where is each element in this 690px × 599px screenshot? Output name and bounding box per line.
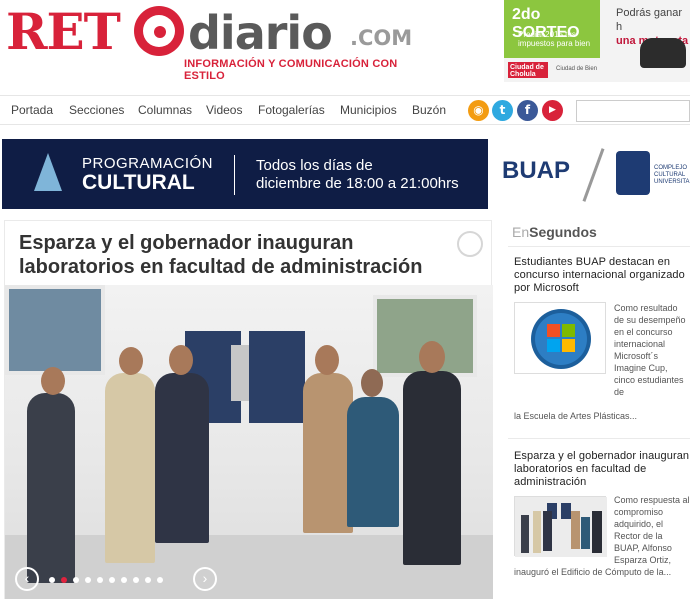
youtube-icon[interactable]: ▶: [542, 100, 563, 121]
article-photo-slider[interactable]: ‹ ›: [5, 285, 493, 599]
site-logo[interactable]: RET diario .COM INFORMACIÓN Y COMUNICACI…: [6, 2, 426, 82]
news-item-title[interactable]: Estudiantes BUAP destacan en concurso in…: [514, 256, 690, 295]
sidebar-header-light: En: [512, 224, 530, 240]
photo-person: [27, 393, 75, 583]
motorcycle-image: [640, 38, 686, 68]
search-input[interactable]: [576, 100, 690, 122]
sidebar-en-segundos: EnSegundos Estudiantes BUAP destacan en …: [504, 218, 690, 599]
nav-item-buzon[interactable]: Buzón: [412, 103, 446, 117]
slider-next-button[interactable]: ›: [193, 567, 217, 591]
slider-dot[interactable]: [121, 577, 127, 583]
banner-title-line2: CULTURAL: [82, 171, 195, 194]
logo-target-dot: [154, 26, 166, 38]
thumbnail-photo-image: [515, 497, 607, 557]
article-title[interactable]: Esparza y el gobernador inauguran labora…: [19, 231, 459, 279]
sidebar-news-item[interactable]: Estudiantes BUAP destacan en concurso in…: [514, 256, 690, 426]
photo-person-head: [41, 367, 65, 395]
ad-sorteo-subtitle: Predial 2015 tus impuestos para bien: [518, 30, 591, 48]
complejo-cultural-emblem-icon: [616, 151, 650, 195]
site-header: RET diario .COM INFORMACIÓN Y COMUNICACI…: [0, 0, 690, 92]
slider-dot[interactable]: [61, 577, 67, 583]
photo-person: [403, 371, 461, 565]
ad-prize-line1: Podrás ganar h: [616, 7, 683, 33]
nav-item-municipios[interactable]: Municipios: [340, 103, 397, 117]
rss-icon[interactable]: ◉: [468, 100, 489, 121]
christmas-tree-icon: [34, 153, 62, 191]
sidebar-news-item[interactable]: Esparza y el gobernador inauguran labora…: [514, 450, 690, 599]
slider-dot[interactable]: [97, 577, 103, 583]
news-thumbnail-windows-logo[interactable]: [514, 302, 606, 374]
photo-window-left: [5, 285, 105, 375]
photo-person: [105, 373, 155, 563]
cultural-program-banner[interactable]: PROGRAMACIÓN CULTURAL Todos los días de …: [2, 139, 690, 209]
photo-person: [347, 397, 399, 527]
ad-sorteo-panel: 2do SORTEO Predial 2015 tus impuestos pa…: [504, 0, 600, 58]
photo-person-head: [315, 345, 339, 375]
nav-item-secciones[interactable]: Secciones: [69, 103, 124, 117]
news-item-excerpt-cont: la Escuela de Artes Plásticas...: [514, 411, 638, 421]
facebook-icon[interactable]: f: [517, 100, 538, 121]
photo-person: [303, 373, 353, 533]
main-nav: Portada Secciones Columnas Videos Fotoga…: [0, 95, 690, 125]
photo-person-head: [361, 369, 383, 397]
slider-dot[interactable]: [145, 577, 151, 583]
news-thumbnail-photo[interactable]: [514, 496, 607, 557]
nav-item-portada[interactable]: Portada: [11, 103, 53, 117]
news-item-excerpt-cont: inauguró el Edificio de Cómputo de la...: [514, 567, 672, 577]
site-tagline: INFORMACIÓN Y COMUNICACIÓN CON ESTILO: [184, 58, 398, 82]
slider-dot[interactable]: [49, 577, 55, 583]
news-item-excerpt: Como respuesta al compromiso adquirido, …: [614, 495, 690, 565]
banner-brand-panel: BUAP COMPLEJO CULTURAL UNIVERSITARIO: [488, 139, 690, 209]
photo-curtain-right: [249, 331, 305, 423]
nav-item-fotogalerias[interactable]: Fotogalerías: [258, 103, 325, 117]
photo-person-head: [169, 345, 193, 375]
slider-dot[interactable]: [157, 577, 163, 583]
banner-schedule-line2: diciembre de 18:00 a 21:00hrs: [256, 175, 459, 192]
logo-diario-text: diario: [188, 6, 333, 60]
sidebar-separator: [508, 438, 690, 439]
nav-item-videos[interactable]: Videos: [206, 103, 242, 117]
photo-person-head: [119, 347, 143, 375]
news-item-excerpt: Como resultado de su desempeño en el con…: [614, 303, 686, 397]
cholula-logo: Ciudad de Cholula: [508, 62, 548, 78]
ciudad-de-bien-logo: Ciudad de Bien: [556, 66, 598, 72]
slider-dot[interactable]: [109, 577, 115, 583]
buap-logo-text: BUAP: [502, 157, 571, 184]
logo-com-text: .COM: [350, 26, 413, 50]
slider-dot[interactable]: [85, 577, 91, 583]
slider-dot[interactable]: [133, 577, 139, 583]
nav-item-columnas[interactable]: Columnas: [138, 103, 192, 117]
slider-prev-button[interactable]: ‹: [15, 567, 39, 591]
featured-article: Esparza y el gobernador inauguran labora…: [4, 220, 493, 599]
sidebar-header: EnSegundos: [512, 224, 597, 240]
banner-divider: [234, 155, 235, 195]
article-indicator-icon: [457, 231, 483, 257]
banner-schedule-line1: Todos los días de: [256, 157, 373, 174]
top-ad-banner[interactable]: 2do SORTEO Predial 2015 tus impuestos pa…: [504, 0, 690, 82]
photo-person: [155, 373, 209, 543]
sidebar-divider: [508, 246, 690, 247]
banner-title-line1: PROGRAMACIÓN: [82, 155, 214, 172]
twitter-icon[interactable]: t: [492, 100, 513, 121]
photo-person-head: [419, 341, 445, 373]
logo-ret-text: RET: [6, 2, 121, 61]
complejo-cultural-text: COMPLEJO CULTURAL UNIVERSITARIO: [654, 165, 690, 185]
news-item-title[interactable]: Esparza y el gobernador inauguran labora…: [514, 450, 690, 489]
windows-logo-icon: [531, 309, 591, 369]
slider-dot[interactable]: [73, 577, 79, 583]
sidebar-header-bold: Segundos: [529, 224, 597, 240]
banner-slash: [582, 148, 605, 202]
